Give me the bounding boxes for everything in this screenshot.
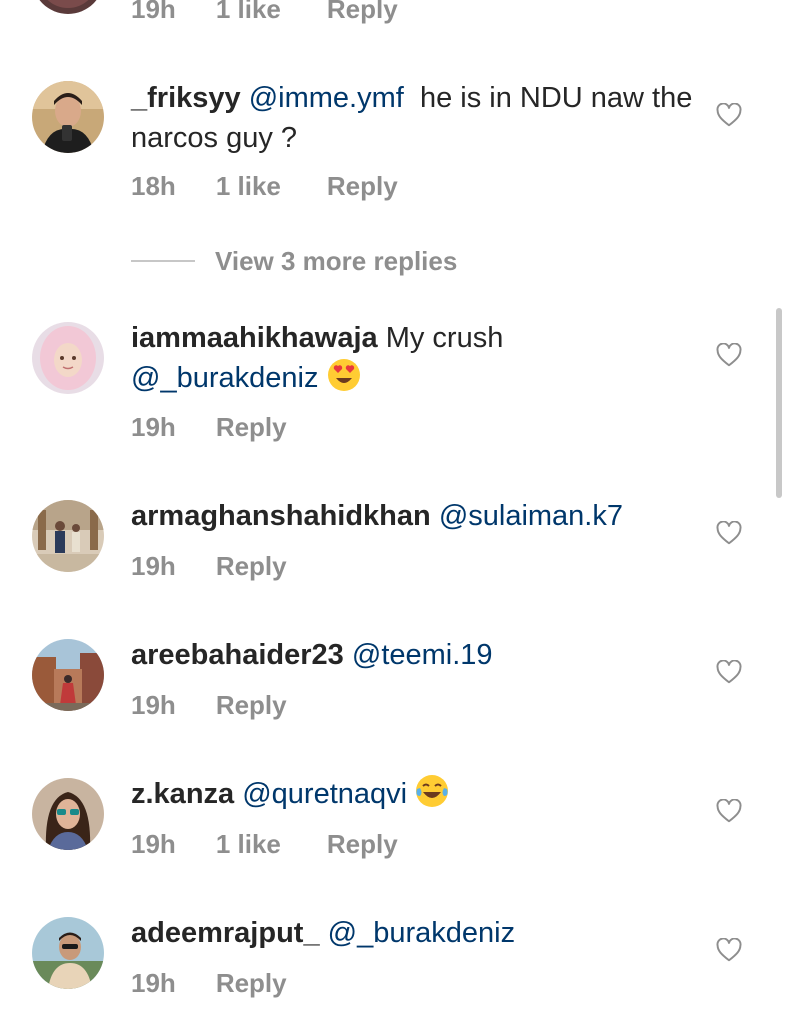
avatar[interactable] [32, 639, 104, 711]
like-heart-icon[interactable] [716, 103, 742, 127]
comment-username[interactable]: _friksyy [131, 82, 241, 114]
avatar[interactable] [32, 322, 104, 394]
comment-body: areebahaider23 @teemi.19 [131, 635, 701, 675]
avatar[interactable] [32, 917, 104, 989]
reply-button[interactable]: Reply [216, 968, 287, 998]
comment-mention[interactable]: @imme.ymf [249, 82, 404, 114]
avatar[interactable] [32, 500, 104, 572]
comment-mention[interactable]: @teemi.19 [352, 639, 493, 671]
comment-text: My crush [385, 322, 504, 354]
comment-time: 19h [131, 0, 176, 24]
comment-meta: 19h Reply [131, 412, 287, 442]
like-heart-icon[interactable] [716, 521, 742, 545]
comment-body: armaghanshahidkhan @sulaiman.k7 [131, 496, 701, 536]
view-more-replies[interactable]: View 3 more replies [131, 243, 631, 279]
comment-meta: 19h Reply [131, 551, 287, 581]
comment-time: 19h [131, 968, 176, 998]
comment-meta: 19h 1 like Reply [131, 0, 398, 24]
view-more-replies-label[interactable]: View 3 more replies [215, 243, 457, 279]
comment-body: _friksyy @imme.ymf he is in NDU naw the … [131, 78, 701, 158]
comment-body: iammaahikhawaja My crush @_burakdeniz [131, 318, 701, 398]
comment-mention[interactable]: @_burakdeniz [131, 362, 318, 394]
reply-button[interactable]: Reply [327, 829, 398, 859]
comment-username[interactable]: iammaahikhawaja [131, 322, 378, 354]
comment-mention[interactable]: @_burakdeniz [328, 917, 515, 949]
reply-button[interactable]: Reply [327, 171, 398, 201]
like-count[interactable]: 1 like [216, 0, 281, 24]
reply-button[interactable]: Reply [216, 551, 287, 581]
comment-username[interactable]: armaghanshahidkhan [131, 500, 431, 532]
avatar[interactable] [32, 81, 104, 153]
reply-button[interactable]: Reply [216, 412, 287, 442]
like-heart-icon[interactable] [716, 343, 742, 367]
comment-time: 19h [131, 551, 176, 581]
avatar[interactable] [32, 778, 104, 850]
comment-meta: 19h Reply [131, 968, 287, 998]
like-heart-icon[interactable] [716, 660, 742, 684]
comment-body: z.kanza @quretnaqvi [131, 774, 701, 814]
avatar[interactable] [32, 0, 104, 14]
comment-time: 19h [131, 690, 176, 720]
like-count[interactable]: 1 like [216, 171, 281, 201]
comment-mention[interactable]: @quretnaqvi [242, 778, 407, 810]
comment-time: 19h [131, 829, 176, 859]
like-count[interactable]: 1 like [216, 829, 281, 859]
comment-body: adeemrajput_ @_burakdeniz [131, 913, 701, 953]
comment-time: 19h [131, 412, 176, 442]
comment-meta: 18h 1 like Reply [131, 171, 398, 201]
tears-of-joy-emoji [415, 774, 449, 808]
comment-meta: 19h Reply [131, 690, 287, 720]
comment-time: 18h [131, 171, 176, 201]
like-heart-icon[interactable] [716, 938, 742, 962]
reply-button[interactable]: Reply [327, 0, 398, 24]
comment-username[interactable]: z.kanza [131, 778, 234, 810]
heart-eyes-emoji [327, 358, 361, 392]
comment-mention[interactable]: @sulaiman.k7 [439, 500, 623, 532]
comment-meta: 19h 1 like Reply [131, 829, 398, 859]
reply-button[interactable]: Reply [216, 690, 287, 720]
divider-line [131, 260, 195, 262]
comment-username[interactable]: adeemrajput_ [131, 917, 320, 949]
like-heart-icon[interactable] [716, 799, 742, 823]
comments-thread: 19h 1 like Reply _friksyy @imme.ymf he is … [0, 0, 785, 1024]
comment-username[interactable]: areebahaider23 [131, 639, 344, 671]
scrollbar[interactable] [776, 308, 782, 498]
